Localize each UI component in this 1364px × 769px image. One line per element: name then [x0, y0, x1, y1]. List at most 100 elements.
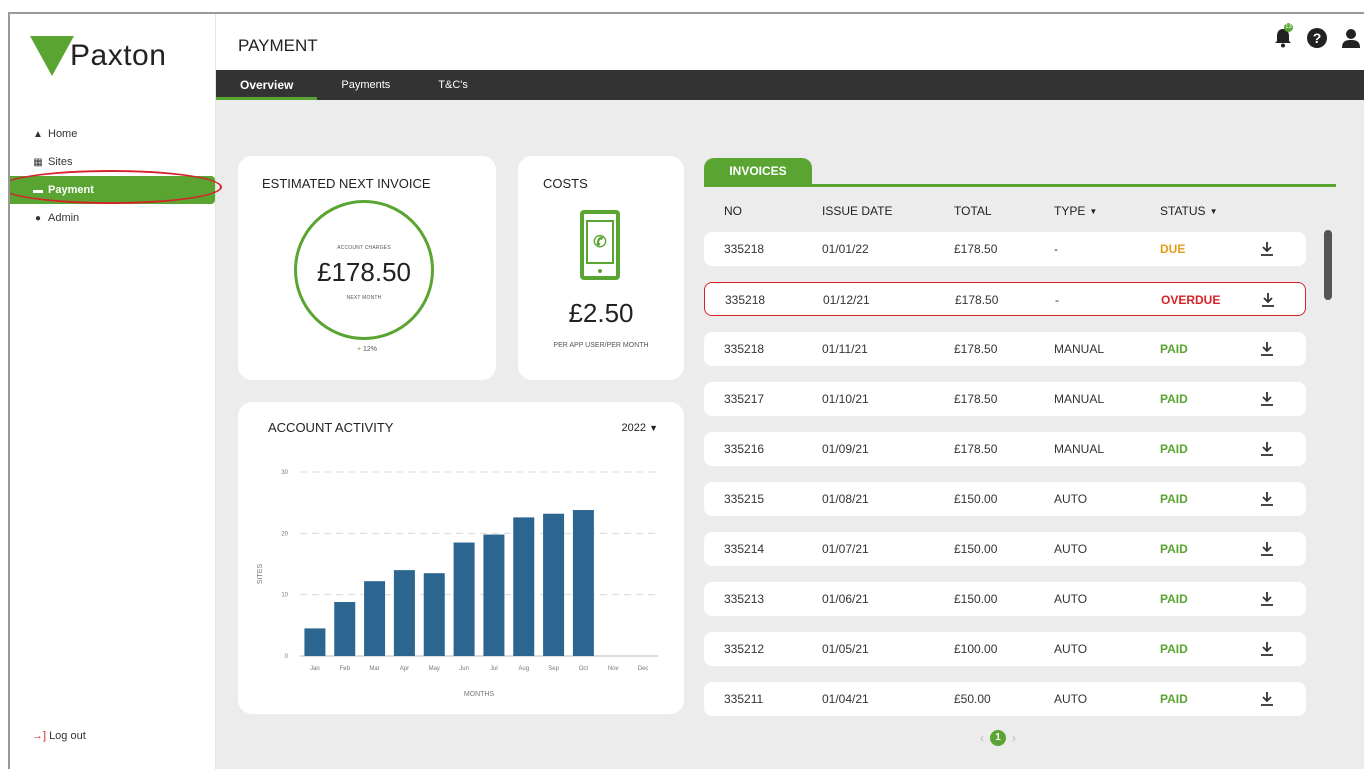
- invoice-type: AUTO: [1054, 542, 1088, 556]
- x-tick-label: Apr: [400, 666, 409, 672]
- invoice-row[interactable]: 335218 01/12/21 £178.50 - OVERDUE: [704, 282, 1306, 316]
- invoice-total: £178.50: [954, 242, 998, 256]
- bar-may: [423, 573, 445, 656]
- invoice-row[interactable]: 335218 01/11/21 £178.50 MANUAL PAID: [704, 332, 1306, 366]
- invoice-row[interactable]: 335211 01/04/21 £50.00 AUTO PAID: [704, 682, 1306, 716]
- download-icon[interactable]: [1261, 292, 1275, 308]
- invoice-type: AUTO: [1054, 492, 1088, 506]
- invoice-status: PAID: [1160, 542, 1188, 556]
- sidebar-item-label: Admin: [48, 212, 80, 224]
- building-icon: ▦: [33, 156, 43, 168]
- profile-button[interactable]: [1340, 26, 1362, 50]
- download-icon[interactable]: [1260, 541, 1274, 557]
- invoice-number: 335211: [724, 692, 764, 706]
- invoice-number: 335216: [724, 442, 765, 456]
- invoice-number: 335218: [725, 293, 766, 307]
- page-number[interactable]: 1: [990, 730, 1006, 746]
- download-icon[interactable]: [1260, 341, 1274, 357]
- invoice-type: -: [1055, 293, 1059, 307]
- invoice-issue-date: 01/09/21: [822, 442, 869, 456]
- sidebar-item-home[interactable]: ▲ Home: [10, 120, 216, 148]
- user-icon: ●: [34, 212, 42, 224]
- help-button[interactable]: ?: [1306, 26, 1328, 50]
- tab-overview[interactable]: Overview: [216, 70, 318, 100]
- invoice-issue-date: 01/07/21: [822, 542, 869, 556]
- x-tick-label: Mar: [369, 666, 379, 672]
- card-title: COSTS: [543, 176, 588, 191]
- invoice-row[interactable]: 335218 01/01/22 £178.50 - DUE: [704, 232, 1306, 266]
- invoice-status: PAID: [1160, 392, 1188, 406]
- invoice-type: AUTO: [1054, 692, 1088, 706]
- prev-page-icon[interactable]: ‹: [980, 731, 984, 745]
- invoice-row[interactable]: 335216 01/09/21 £178.50 MANUAL PAID: [704, 432, 1306, 466]
- invoice-number: 335215: [724, 492, 765, 506]
- next-page-icon[interactable]: ›: [1012, 731, 1016, 745]
- user-icon: [1342, 29, 1360, 48]
- invoice-total: £178.50: [955, 293, 999, 307]
- invoice-total: £100.00: [954, 642, 998, 656]
- column-header-status[interactable]: STATUS ▼: [1160, 204, 1217, 218]
- logout-label: Log out: [49, 730, 86, 742]
- invoice-status: PAID: [1160, 442, 1188, 456]
- invoice-status: OVERDUE: [1161, 293, 1221, 307]
- download-icon[interactable]: [1260, 641, 1274, 657]
- cost-amount: £2.50: [568, 298, 634, 328]
- download-icon[interactable]: [1260, 691, 1274, 707]
- invoice-number: 335213: [724, 592, 765, 606]
- invoice-row[interactable]: 335217 01/10/21 £178.50 MANUAL PAID: [704, 382, 1306, 416]
- invoice-total: £178.50: [954, 342, 998, 356]
- invoice-type: MANUAL: [1054, 442, 1105, 456]
- x-tick-label: Dec: [638, 666, 649, 672]
- invoice-row[interactable]: 335214 01/07/21 £150.00 AUTO PAID: [704, 532, 1306, 566]
- invoices-header: NO ISSUE DATE TOTAL TYPE ▼ STATUS ▼: [704, 204, 1308, 226]
- invoice-status: PAID: [1160, 692, 1188, 706]
- invoice-row[interactable]: 335215 01/08/21 £150.00 AUTO PAID: [704, 482, 1306, 516]
- sort-down-icon: ▼: [1209, 207, 1218, 217]
- download-icon[interactable]: [1260, 591, 1274, 607]
- invoice-issue-date: 01/01/22: [822, 242, 869, 256]
- header-icons: 13 ?: [1272, 23, 1362, 50]
- bar-jan: [304, 628, 326, 656]
- bar-oct: [572, 510, 594, 656]
- invoice-row[interactable]: 335213 01/06/21 £150.00 AUTO PAID: [704, 582, 1306, 616]
- sort-down-icon: ▼: [1089, 207, 1098, 217]
- tab-payments[interactable]: Payments: [317, 70, 414, 100]
- y-tick-label: 20: [281, 531, 288, 537]
- estimate-change: + 12%: [238, 346, 496, 353]
- paxton-logo[interactable]: Paxton: [30, 34, 166, 78]
- invoice-issue-date: 01/10/21: [822, 392, 869, 406]
- notification-badge: 13: [1284, 23, 1293, 32]
- invoice-number: 335218: [724, 342, 765, 356]
- activity-chart: 0 10 20 30 Jan Feb Mar Apr May Jun Jul Aug Sep Oct Nov…: [257, 470, 658, 698]
- column-header-total: TOTAL: [954, 204, 992, 218]
- card-icon: ▬: [33, 184, 43, 196]
- y-tick-label: 0: [285, 654, 289, 660]
- invoice-total: £50.00: [954, 692, 991, 706]
- invoices-tab[interactable]: INVOICES: [704, 158, 812, 184]
- estimated-amount: £178.50: [317, 257, 411, 287]
- invoice-scrollbar[interactable]: [1324, 230, 1332, 724]
- invoices-divider: [704, 184, 1336, 187]
- phone-button: [598, 269, 602, 273]
- invoice-row[interactable]: 335212 01/05/21 £100.00 AUTO PAID: [704, 632, 1306, 666]
- download-icon[interactable]: [1260, 441, 1274, 457]
- sidebar-item-sites[interactable]: ▦ Sites: [10, 148, 216, 176]
- tab-terms[interactable]: T&C's: [414, 70, 492, 100]
- download-icon[interactable]: [1260, 391, 1274, 407]
- sidebar-item-admin[interactable]: ● Admin: [10, 204, 216, 232]
- bar-jul: [483, 534, 505, 656]
- notifications-button[interactable]: 13: [1272, 23, 1294, 50]
- logout-link[interactable]: →] Log out: [32, 730, 86, 742]
- x-tick-label: Jul: [490, 666, 498, 672]
- download-icon[interactable]: [1260, 241, 1274, 257]
- sidebar-item-payment[interactable]: ▬ Payment: [10, 176, 215, 204]
- invoice-total: £150.00: [954, 592, 998, 606]
- scrollbar-thumb[interactable]: [1324, 230, 1332, 300]
- tab-bar: Overview Payments T&C's: [216, 70, 1364, 100]
- bar-apr: [393, 570, 415, 656]
- help-icon: ?: [1307, 28, 1327, 48]
- column-header-status-label: STATUS: [1160, 204, 1206, 218]
- column-header-type[interactable]: TYPE ▼: [1054, 204, 1097, 218]
- download-icon[interactable]: [1260, 491, 1274, 507]
- y-tick-label: 10: [281, 593, 288, 599]
